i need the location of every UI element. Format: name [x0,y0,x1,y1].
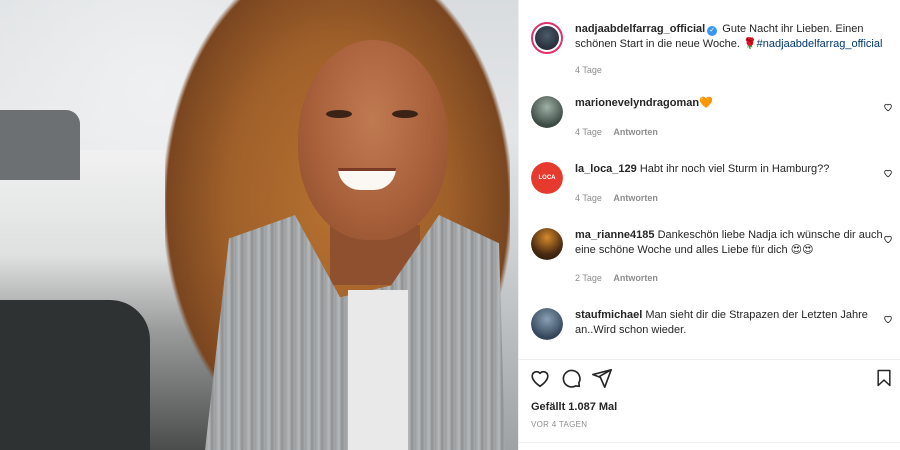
avatar-image [535,26,559,50]
heart-icon[interactable] [883,234,893,244]
photo-ship-hull [0,300,150,450]
avatar-image [531,96,563,128]
reply-button[interactable]: Antworten [613,193,658,203]
heart-icon[interactable] [883,314,893,324]
comment-username[interactable]: marionevelyndragoman [575,97,699,109]
photo-ship-deck [0,110,80,180]
photo-face [298,40,448,240]
avatar[interactable] [531,96,563,128]
scroll-fade [531,348,651,358]
avatar[interactable] [531,308,563,340]
comment-username[interactable]: ma_rianne4185 [575,229,655,241]
heart-icon[interactable] [883,168,893,178]
comment-username[interactable]: staufmichael [575,309,642,321]
avatar-image [531,228,563,260]
comment-meta: 2 Tage Antworten [575,271,887,286]
photo-eye-left [326,110,352,118]
comment-text-block: la_loca_129 Habt ihr noch viel Sturm in … [575,162,887,205]
comment-time[interactable]: 2 Tage [575,273,602,283]
send-icon[interactable] [591,367,613,389]
comment-text-block: marionevelyndragoman🧡 4 Tage Antworten [575,96,887,139]
comment-meta: 4 Tage Antworten [575,191,887,206]
divider [519,359,900,360]
comments-panel: nadjaabdelfarrag_official ✓ Gute Nacht ih… [518,0,900,450]
caption-meta: 4 Tage [575,63,887,78]
bookmark-icon[interactable] [874,368,894,388]
comment-time[interactable]: 4 Tage [575,193,602,203]
caption-text-block: nadjaabdelfarrag_official ✓ Gute Nacht ih… [575,22,887,78]
likes-count[interactable]: Gefällt 1.087 Mal [531,401,617,413]
avatar[interactable] [531,22,563,54]
reply-button[interactable]: Antworten [613,127,658,137]
bottom-divider [519,442,900,443]
post-photo[interactable] [0,0,518,450]
post-timestamp[interactable]: VOR 4 TAGEN [531,420,587,429]
caption-hashtag[interactable]: #nadjaabdelfarrag_official [757,38,883,50]
heart-icon[interactable] [529,367,551,389]
comment-text: Habt ihr noch viel Sturm in Hamburg?? [639,163,830,175]
heart-icon[interactable] [883,102,893,112]
avatar-image [531,308,563,340]
photo-shirt [348,290,408,450]
caption-username[interactable]: nadjaabdelfarrag_official [575,23,705,35]
comment-item: ma_rianne4185 Dankeschön liebe Nadja ich… [519,228,900,286]
comment-text-block: staufmichael Man sieht dir die Strapazen… [575,308,887,340]
photo-eye-right [392,110,418,118]
action-bar [529,367,622,389]
comment-username[interactable]: la_loca_129 [575,163,637,175]
comment-time[interactable]: 4 Tage [575,127,602,137]
avatar[interactable] [531,228,563,260]
comment-icon[interactable] [560,367,582,389]
instagram-post: nadjaabdelfarrag_official ✓ Gute Nacht ih… [0,0,900,450]
reply-button[interactable]: Antworten [613,273,658,283]
post-caption: nadjaabdelfarrag_official ✓ Gute Nacht ih… [519,0,900,78]
avatar-image: LOCA [531,162,563,194]
comment-text-block: ma_rianne4185 Dankeschön liebe Nadja ich… [575,228,887,286]
comment-item: marionevelyndragoman🧡 4 Tage Antworten [519,96,900,139]
comment-meta: 4 Tage Antworten [575,125,887,140]
comment-item: LOCA la_loca_129 Habt ihr noch viel Stur… [519,162,900,205]
avatar[interactable]: LOCA [531,162,563,194]
comment-text: 🧡 [699,97,713,109]
verified-badge-icon: ✓ [707,26,718,36]
comment-item: staufmichael Man sieht dir die Strapazen… [519,308,900,340]
caption-time[interactable]: 4 Tage [575,65,602,75]
